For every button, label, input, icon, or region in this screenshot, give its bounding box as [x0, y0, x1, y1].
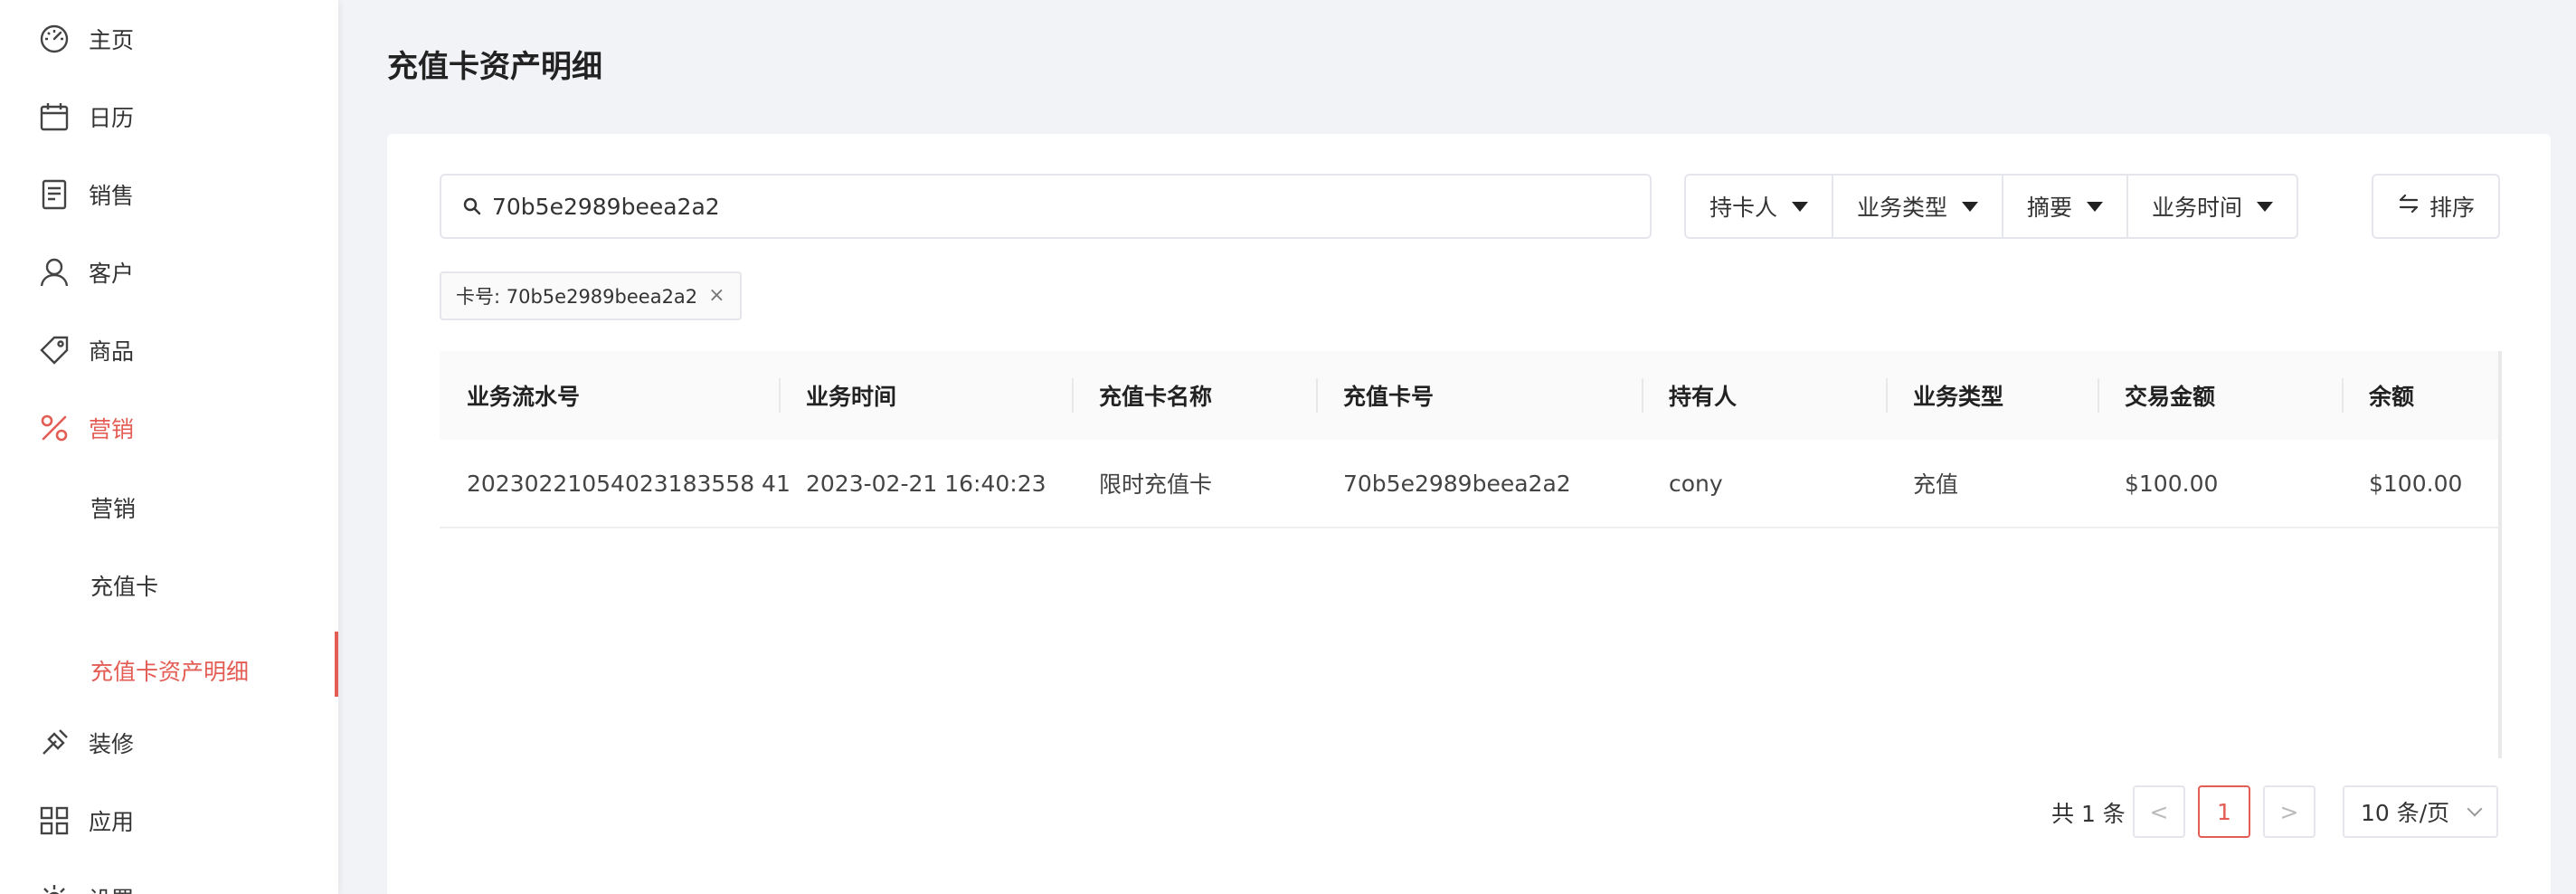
- sidebar-item-label: 销售: [89, 183, 135, 209]
- caret-down-icon: [1962, 201, 1979, 212]
- brush-icon: [38, 727, 71, 759]
- cell-amount: $100.00: [2125, 470, 2219, 497]
- sidebar-item-label: 装修: [89, 731, 135, 757]
- sidebar-subitem-recharge-card-assets[interactable]: 充值卡资产明细: [0, 632, 338, 709]
- sidebar-item-customers[interactable]: 客户: [0, 233, 338, 311]
- apps-icon: [38, 804, 71, 837]
- chevron-down-icon: [2467, 801, 2483, 817]
- pagination-total: 共 1 条: [2051, 801, 2126, 827]
- tag-label: 卡号: 70b5e2989beea2a2: [456, 286, 698, 308]
- cell-business-time: 2023-02-21 16:40:23: [806, 470, 1046, 497]
- filter-business-time-button[interactable]: 业务时间: [2128, 176, 2297, 237]
- cell-card-number: 70b5e2989beea2a2: [1343, 470, 1571, 497]
- gear-icon: [38, 882, 71, 894]
- sort-button[interactable]: 排序: [2372, 174, 2500, 239]
- filter-group: 持卡人 业务类型 摘要 业务时间: [1684, 174, 2299, 239]
- pagination-next-button[interactable]: >: [2263, 785, 2316, 838]
- cell-business-type: 充值: [1913, 471, 1959, 498]
- column-divider: [1316, 378, 1318, 413]
- sidebar-subitem-recharge-card[interactable]: 充值卡: [0, 547, 338, 624]
- sidebar: 主页 日历 销售 客户 商品 营销 营销 充值卡 充值卡资产明细 装修 应用: [0, 0, 338, 894]
- app-root: 主页 日历 销售 客户 商品 营销 营销 充值卡 充值卡资产明细 装修 应用 充…: [0, 0, 2576, 894]
- search-icon: [461, 195, 483, 217]
- column-header: 持有人: [1669, 384, 1738, 410]
- caret-down-icon: [2087, 201, 2104, 212]
- sort-label: 排序: [2429, 195, 2475, 221]
- dashboard-icon: [38, 23, 71, 55]
- filter-summary-button[interactable]: 摘要: [2003, 176, 2129, 237]
- content-card: 持卡人 业务类型 摘要 业务时间 排序: [387, 134, 2551, 894]
- table-scroll-shadow: [2498, 351, 2502, 758]
- column-header: 交易金额: [2125, 384, 2216, 410]
- filter-cardholder-button[interactable]: 持卡人: [1686, 176, 1834, 237]
- cell-balance: $100.00: [2369, 470, 2463, 497]
- filter-label: 持卡人: [1709, 195, 1778, 221]
- sidebar-item-apps[interactable]: 应用: [0, 782, 338, 860]
- sidebar-subitem-label: 充值卡: [90, 574, 159, 600]
- sidebar-item-home[interactable]: 主页: [0, 0, 338, 78]
- sidebar-item-label: 营销: [89, 416, 135, 442]
- data-table: 业务流水号 业务时间 充值卡名称 充值卡号 持有人 业务类型 交易金额 余额 2…: [440, 351, 2502, 758]
- column-header: 充值卡名称: [1099, 384, 1213, 410]
- filter-label: 业务类型: [1857, 195, 1948, 221]
- column-header: 余额: [2369, 384, 2415, 410]
- page-size-label: 10 条/页: [2361, 800, 2450, 826]
- active-filter-tag: 卡号: 70b5e2989beea2a2 ×: [440, 271, 742, 320]
- sidebar-subitem-label: 营销: [90, 496, 137, 522]
- column-header: 业务时间: [806, 384, 897, 410]
- sidebar-item-label: 设置: [89, 882, 134, 894]
- column-divider: [1886, 378, 1888, 413]
- sort-arrows-icon: [2397, 192, 2420, 221]
- sidebar-item-label: 商品: [89, 338, 135, 365]
- sidebar-subitem-label: 充值卡资产明细: [90, 659, 250, 685]
- sidebar-item-settings[interactable]: 设置: [0, 860, 338, 894]
- filter-label: 业务时间: [2152, 195, 2243, 221]
- sidebar-subitem-marketing[interactable]: 营销: [0, 469, 338, 547]
- sidebar-item-label: 日历: [89, 105, 135, 131]
- close-icon[interactable]: ×: [708, 286, 724, 306]
- cell-card-name: 限时充值卡: [1099, 471, 1213, 498]
- page-size-select[interactable]: 10 条/页: [2343, 785, 2498, 838]
- filter-label: 摘要: [2027, 195, 2073, 221]
- cell-holder: cony: [1669, 470, 1723, 497]
- percent-icon: [38, 412, 71, 444]
- cell-serial-number: 20230221054023183558 41: [467, 470, 791, 497]
- page-title: 充值卡资产明细: [387, 49, 602, 85]
- search-input[interactable]: [492, 179, 1632, 233]
- column-header: 充值卡号: [1343, 384, 1435, 410]
- sidebar-item-label: 客户: [89, 261, 135, 287]
- caret-down-icon: [2257, 201, 2274, 212]
- sidebar-item-sales[interactable]: 销售: [0, 156, 338, 233]
- pagination-prev-button[interactable]: <: [2133, 785, 2185, 838]
- sidebar-item-marketing[interactable]: 营销: [0, 389, 338, 467]
- sidebar-item-label: 应用: [89, 809, 135, 835]
- sidebar-item-calendar[interactable]: 日历: [0, 78, 338, 156]
- pagination-page-1[interactable]: 1: [2198, 785, 2250, 838]
- caret-down-icon: [1792, 201, 1809, 212]
- sidebar-item-decoration[interactable]: 装修: [0, 704, 338, 782]
- column-divider: [2098, 378, 2099, 413]
- column-divider: [779, 378, 781, 413]
- column-header: 业务流水号: [467, 384, 581, 410]
- receipt-icon: [38, 178, 71, 211]
- column-divider: [2342, 378, 2344, 413]
- column-divider: [1072, 378, 1074, 413]
- tag-icon: [38, 334, 71, 366]
- table-row[interactable]: 20230221054023183558 41 2023-02-21 16:40…: [440, 440, 2500, 528]
- table-header: 业务流水号 业务时间 充值卡名称 充值卡号 持有人 业务类型 交易金额 余额: [440, 351, 2500, 440]
- sidebar-item-label: 主页: [89, 27, 135, 53]
- user-icon: [38, 256, 71, 289]
- calendar-icon: [38, 100, 71, 133]
- column-header: 业务类型: [1913, 384, 2004, 410]
- column-divider: [1642, 378, 1643, 413]
- search-box[interactable]: [440, 174, 1652, 239]
- filter-business-type-button[interactable]: 业务类型: [1833, 176, 2004, 237]
- sidebar-item-products[interactable]: 商品: [0, 311, 338, 389]
